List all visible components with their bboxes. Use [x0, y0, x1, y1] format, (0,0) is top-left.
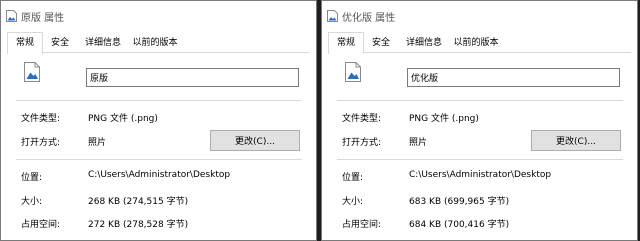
- size-on-disk-value: 684 KB (700,416 字节): [409, 220, 510, 230]
- separator: [337, 159, 623, 160]
- file-type-label: 文件类型:: [342, 114, 382, 124]
- image-file-icon: [327, 10, 338, 22]
- location-label: 位置:: [342, 173, 364, 183]
- window-title: 优化版 属性: [342, 13, 396, 24]
- open-with-value: 照片: [409, 138, 428, 148]
- tab-general[interactable]: 常规: [7, 32, 43, 54]
- tab-previous-versions[interactable]: 以前的版本: [128, 35, 182, 53]
- size-label: 大小:: [21, 197, 43, 207]
- tab-details[interactable]: 详细信息: [81, 35, 125, 53]
- window-title: 原版 属性: [21, 13, 65, 24]
- size-on-disk-value: 272 KB (278,528 字节): [88, 220, 189, 230]
- file-type-value: PNG 文件 (.png): [88, 114, 158, 124]
- location-value: C:\Users\Administrator\Desktop: [409, 170, 552, 180]
- size-on-disk-label: 占用空间:: [342, 220, 382, 230]
- tab-previous-versions[interactable]: 以前的版本: [449, 35, 503, 53]
- size-on-disk-label: 占用空间:: [21, 220, 61, 230]
- properties-dialog-original: 原版 属性 常规 安全 详细信息 以前的版本 文件类型: PNG 文件 (.pn…: [0, 0, 317, 241]
- separator: [16, 159, 302, 160]
- change-button[interactable]: 更改(C)...: [210, 130, 300, 151]
- image-file-icon: [24, 62, 40, 82]
- separator: [337, 100, 623, 101]
- size-value: 683 KB (699,965 字节): [409, 197, 510, 207]
- file-type-label: 文件类型:: [21, 114, 61, 124]
- title-bar[interactable]: 原版 属性: [1, 1, 316, 31]
- change-button[interactable]: 更改(C)...: [531, 130, 621, 151]
- file-name-input[interactable]: [86, 68, 299, 87]
- image-file-icon: [345, 62, 361, 82]
- separator: [16, 100, 302, 101]
- open-with-value: 照片: [88, 138, 107, 148]
- tab-strip-border: [328, 52, 631, 53]
- tab-details[interactable]: 详细信息: [402, 35, 446, 53]
- open-with-label: 打开方式:: [21, 138, 61, 148]
- file-type-value: PNG 文件 (.png): [409, 114, 479, 124]
- location-label: 位置:: [21, 173, 43, 183]
- size-value: 268 KB (274,515 字节): [88, 197, 189, 207]
- tab-security[interactable]: 安全: [45, 35, 75, 53]
- tab-strip-border: [7, 52, 310, 53]
- properties-dialog-optimized: 优化版 属性 常规 安全 详细信息 以前的版本 文件类型: PNG 文件 (.p…: [321, 0, 638, 241]
- size-label: 大小:: [342, 197, 364, 207]
- location-value: C:\Users\Administrator\Desktop: [88, 170, 231, 180]
- image-file-icon: [6, 10, 17, 22]
- file-name-input[interactable]: [407, 68, 620, 87]
- title-bar[interactable]: 优化版 属性: [322, 1, 637, 31]
- open-with-label: 打开方式:: [342, 138, 382, 148]
- tab-security[interactable]: 安全: [366, 35, 396, 53]
- tab-general[interactable]: 常规: [328, 32, 364, 54]
